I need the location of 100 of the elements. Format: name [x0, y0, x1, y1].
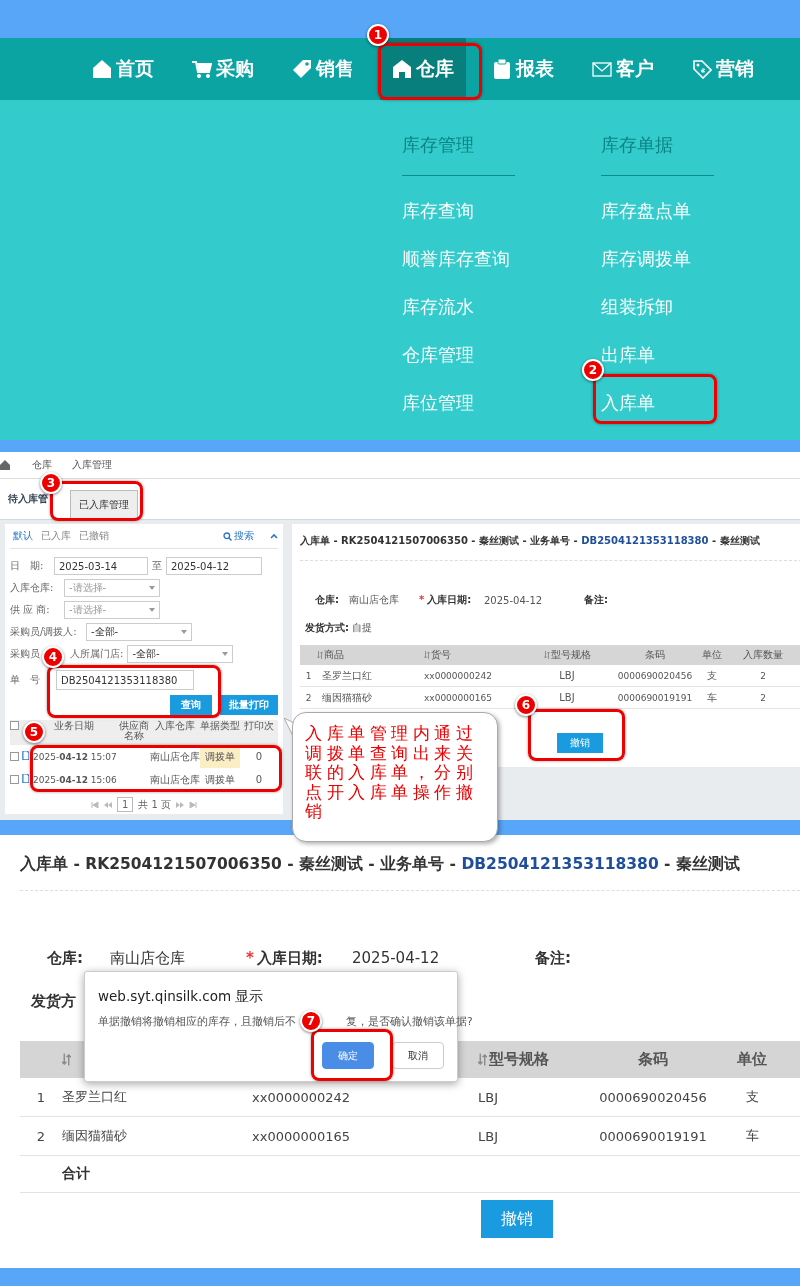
field-label: 单 号 — [10, 673, 41, 687]
table-cell: 0000690020456 — [599, 1089, 707, 1105]
collapse-icon — [270, 533, 278, 539]
order-link[interactable]: DB2504121353118380 — [461, 855, 659, 873]
column-header: 业务日期 — [54, 720, 94, 731]
table-cell: 2 — [760, 692, 766, 703]
menu-item[interactable]: 库存盘点单 — [601, 187, 691, 235]
select-field[interactable]: -请选择- — [64, 579, 160, 597]
dialog-message: 单据撤销将撤销相应的库存，且撤销后不 — [98, 1015, 296, 1029]
menu-item[interactable]: 库存流水 — [402, 283, 474, 331]
column-header: 单位 — [737, 1050, 767, 1069]
previous-page-icon — [103, 801, 112, 808]
table-cell: 缅因猫猫砂 — [62, 1127, 127, 1145]
tab[interactable]: 已入库管理 — [70, 490, 138, 519]
column-header: 型号规格 — [489, 1050, 549, 1069]
batch-print-button[interactable]: 批量打印 — [220, 695, 278, 715]
nav-tab[interactable]: 首页 — [80, 38, 166, 100]
field-label: 采购员 — [10, 647, 40, 661]
confirm-button[interactable]: 确定 — [322, 1042, 374, 1069]
field-label: 仓库: — [47, 948, 83, 967]
nav-tab[interactable]: 客户 — [580, 38, 666, 100]
menu-item[interactable]: 入库单 — [601, 379, 655, 427]
row-number: 2 — [36, 1128, 46, 1144]
range-separator: 至 — [152, 559, 162, 573]
table-cell: LBJ — [559, 670, 575, 681]
document-icon — [21, 751, 29, 760]
table-cell: LBJ — [559, 692, 575, 703]
query-button[interactable]: 查询 — [170, 695, 212, 715]
page-total: 共 1 页 — [138, 797, 172, 812]
select-field[interactable]: -请选择- — [64, 601, 160, 619]
column-header: 条码 — [638, 1050, 668, 1069]
menu-item[interactable]: 顺誉库存查询 — [402, 235, 510, 283]
table-cell: 支 — [745, 1088, 759, 1106]
nav-tab[interactable]: 采购 — [180, 38, 266, 100]
table-cell: 0000690019191 — [617, 692, 693, 703]
field-label: 入库日期: — [427, 594, 472, 605]
field-label: 入库仓库: — [10, 581, 55, 595]
table-cell: 缅因猫猫砂 — [322, 690, 372, 705]
order-link[interactable]: DB2504121353118380 — [581, 535, 709, 546]
required-marker: * — [419, 594, 425, 605]
revoke-button[interactable]: 撤销 — [481, 1200, 553, 1238]
menu-item[interactable]: 出库单 — [601, 331, 655, 379]
row-number: 1 — [305, 670, 312, 681]
field-label: 日 期: — [10, 559, 45, 573]
menu-item[interactable]: 库存查询 — [402, 187, 474, 235]
tag-icon — [292, 59, 312, 79]
table-cell: 南山店仓库 — [150, 773, 200, 785]
checkbox[interactable] — [10, 775, 19, 784]
column-header: 单位 — [702, 648, 722, 662]
checkbox[interactable] — [10, 721, 19, 730]
select-field[interactable]: -全部- — [86, 623, 192, 641]
table-cell: 2 — [760, 670, 766, 681]
menu-item[interactable]: 组装拆卸 — [601, 283, 673, 331]
home-icon — [392, 59, 412, 79]
column-header: 入库数量 — [743, 648, 783, 662]
filter-tab[interactable]: 默认 — [13, 529, 33, 543]
field-label: 发货方 — [31, 991, 76, 1011]
select-field[interactable]: -全部- — [127, 645, 234, 663]
dialog-title: web.syt.qinsilk.com 显示 — [98, 988, 265, 1006]
search-link[interactable]: 搜索 — [223, 529, 254, 543]
field-label: 仓库: — [315, 594, 339, 605]
breadcrumb-item[interactable]: 入库管理 — [72, 458, 112, 472]
menu-item[interactable]: 库位管理 — [402, 379, 474, 427]
table-cell: xx0000000165 — [424, 692, 492, 703]
column-header: 货号 — [431, 648, 451, 662]
nav-tab[interactable]: 销售 — [280, 38, 366, 100]
table-cell: 车 — [745, 1127, 759, 1145]
field-label: 采购员/调拨人: — [10, 625, 78, 639]
nav-tab[interactable]: 营销 — [680, 38, 766, 100]
menu-item[interactable]: 仓库管理 — [402, 331, 474, 379]
last-page-icon — [189, 801, 198, 808]
home-icon — [0, 460, 10, 470]
cancel-button[interactable]: 取消 — [392, 1042, 444, 1069]
table-cell: 0000690019191 — [599, 1128, 707, 1144]
menu-item[interactable]: 库存调拨单 — [601, 235, 691, 283]
document-title: 入库单 - RK2504121507006350 - 秦丝测试 - 业务单号 - DB2504121353118380 - 秦丝测试 — [300, 534, 761, 548]
table-cell: xx0000000242 — [424, 670, 492, 681]
field-label: 发货方式: — [305, 622, 349, 633]
total-label: 合计 — [62, 1165, 90, 1183]
cart-icon — [192, 59, 212, 79]
table-cell: 2025-04-12 15:07 — [33, 751, 117, 762]
date-field[interactable]: 2025-04-12 — [166, 557, 262, 575]
table-cell: 南山店仓库 — [150, 750, 200, 762]
nav-tab[interactable]: 仓库 — [380, 38, 466, 100]
search-icon — [223, 531, 232, 541]
date-field[interactable]: 2025-03-14 — [54, 557, 148, 575]
order-number-field[interactable]: DB2504121353118380 — [56, 670, 194, 690]
column-header: 打印次 — [244, 720, 274, 731]
checkbox[interactable] — [10, 752, 19, 761]
column-header: 型号规格 — [550, 648, 591, 662]
filter-tab[interactable]: 已撤销 — [79, 529, 109, 543]
page-number-field[interactable]: 1 — [116, 797, 134, 812]
table-cell-text: 调拨单 — [204, 772, 236, 787]
breadcrumb-item[interactable]: 仓库 — [32, 458, 52, 472]
caret-icon — [149, 586, 155, 590]
filter-tab[interactable]: 已入库 — [41, 529, 71, 543]
callout-text: 入库单管理内通过调拨单查询出来关联的入库单，分别点开入库单操作撤销 — [292, 712, 498, 842]
nav-tab[interactable]: 报表 — [480, 38, 566, 100]
revoke-button[interactable]: 撤销 — [557, 733, 603, 753]
field-label: 供 应 商: — [10, 603, 51, 617]
